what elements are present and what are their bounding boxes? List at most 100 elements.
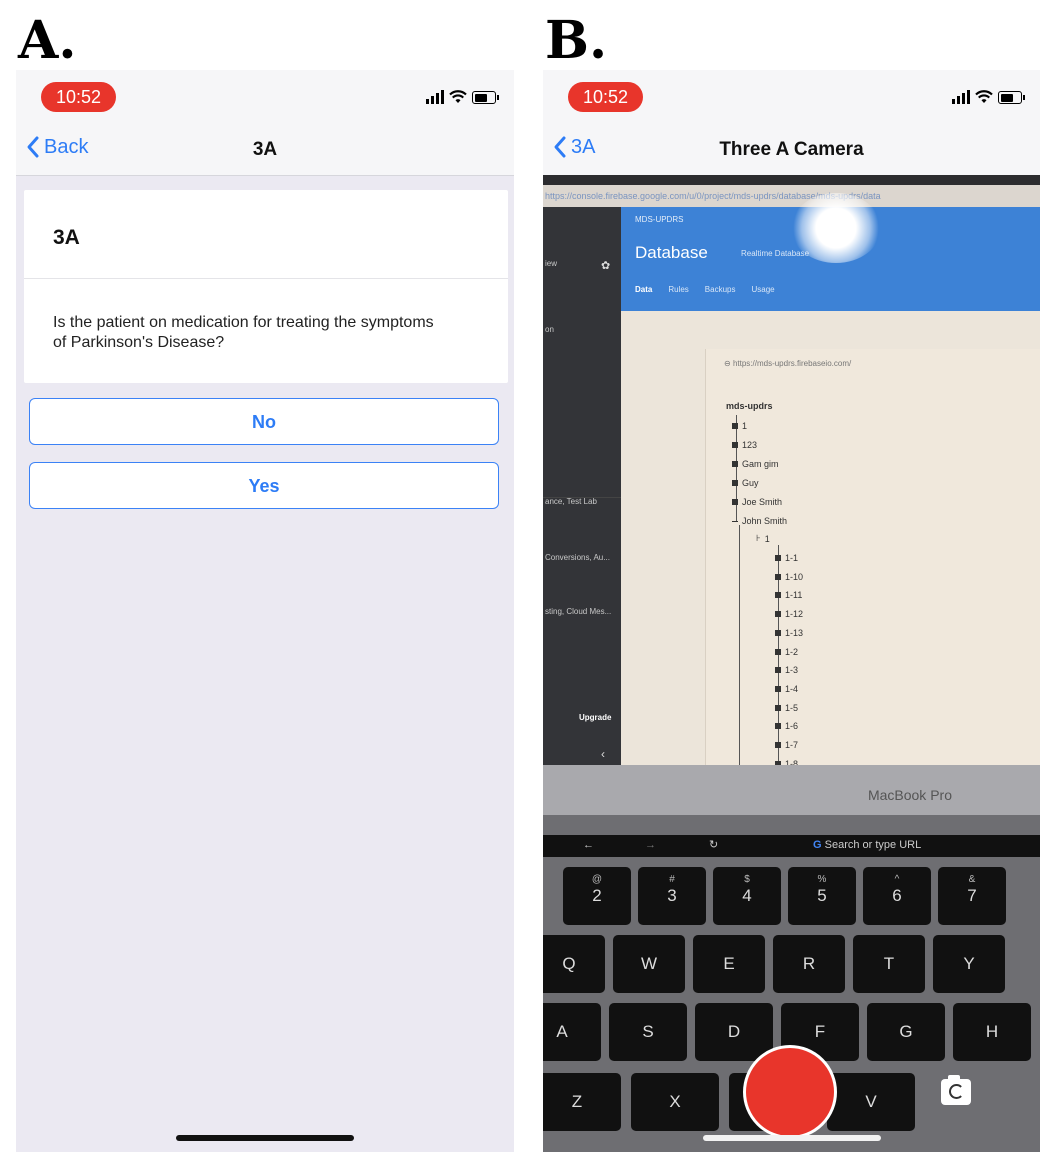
tree-leaf-node[interactable]: 1-13 [775, 628, 803, 638]
arrow-left-icon: ← [583, 839, 594, 851]
key-letter: G [867, 1003, 945, 1061]
console-tabs: Data Rules Backups Usage [635, 285, 775, 294]
system-icons [952, 88, 1025, 104]
expand-icon [775, 704, 781, 711]
tree-leaf-node[interactable]: 1-7 [775, 740, 798, 750]
key-letter: Z [543, 1073, 621, 1131]
status-bar: 10:52 [16, 70, 514, 125]
sidebar-text: sting, Cloud Mes... [545, 607, 612, 616]
tree-node[interactable]: Guy [732, 478, 759, 488]
home-indicator[interactable] [703, 1135, 881, 1141]
key-number: $4 [713, 867, 781, 925]
key-letter: H [953, 1003, 1031, 1061]
nav-title: 3A [252, 139, 278, 160]
key-letter: D [695, 1003, 773, 1061]
sidebar-text: on [545, 325, 554, 334]
tab-usage[interactable]: Usage [751, 285, 774, 294]
expand-icon [775, 742, 781, 748]
battery-icon [472, 91, 499, 104]
section-title: Database [635, 243, 708, 262]
db-type: Realtime Database [741, 249, 810, 258]
arrow-right-icon: → [645, 839, 656, 851]
status-bar: 10:52 [543, 70, 1040, 125]
tree-leaf-node[interactable]: 1-10 [775, 572, 803, 582]
key-number: #3 [638, 867, 706, 925]
expand-icon [775, 611, 781, 618]
tree-leaf-node[interactable]: 1-1 [775, 553, 798, 563]
expand-icon [775, 592, 781, 599]
signal-icon [952, 90, 970, 104]
tree-leaf-node[interactable]: 1-6 [775, 721, 798, 731]
tree-leaf-node[interactable]: 1-5 [775, 703, 798, 713]
sidebar-text: ance, Test Lab [545, 497, 597, 506]
tree-leaf-node[interactable]: 1-4 [775, 684, 798, 694]
signal-icon [426, 90, 444, 104]
tree-node[interactable]: 1 [732, 421, 747, 431]
panel-label-b: B. [545, 10, 608, 71]
expand-icon [775, 573, 781, 580]
flip-camera-icon[interactable] [941, 1075, 971, 1105]
tab-data[interactable]: Data [635, 285, 652, 294]
answer-no-button[interactable]: No [29, 398, 499, 445]
console-content: ⊖ https://mds-updrs.firebaseio.com/ mds-… [621, 311, 1040, 785]
expand-icon [732, 442, 738, 448]
link-icon: ⊖ [724, 359, 733, 368]
system-icons [426, 88, 499, 104]
card-title: 3A [53, 226, 80, 249]
screen-glare [791, 193, 881, 263]
key-letter: V [827, 1073, 915, 1131]
project-name: MDS-UPDRS [635, 215, 684, 224]
panel-label-a: A. [18, 10, 77, 71]
touchbar-search: G Search or type URL [813, 839, 922, 851]
nav-title: Three A Camera [719, 139, 864, 160]
key-letter: Q [543, 935, 605, 993]
browser-url: https://console.firebase.google.com/u/0/… [543, 185, 1040, 207]
battery-icon [998, 91, 1025, 104]
tree-leaf-node[interactable]: 1-12 [775, 609, 803, 619]
nav-bar: 3A Three A Camera [543, 125, 1040, 176]
answer-yes-button[interactable]: Yes [29, 462, 499, 509]
tab-backups[interactable]: Backups [705, 285, 736, 294]
status-time: 10:52 [41, 82, 116, 112]
wifi-icon [449, 90, 467, 103]
key-number: & 7 [938, 867, 1006, 925]
key-letter: E [693, 935, 765, 993]
reload-icon: ↻ [709, 839, 719, 851]
expand-icon [775, 648, 781, 655]
key-number: @2 [563, 867, 631, 925]
tree-node[interactable]: 123 [732, 440, 757, 450]
home-indicator[interactable] [176, 1135, 354, 1141]
expand-icon [775, 685, 781, 692]
record-button[interactable] [743, 1045, 837, 1139]
key-letter: R [773, 935, 845, 993]
google-icon: G [813, 839, 822, 851]
expand-icon [732, 499, 738, 505]
tree-node[interactable]: Joe Smith [732, 497, 782, 507]
chevron-left-icon: ‹ [601, 747, 605, 761]
expand-icon [775, 667, 781, 674]
tree-sub-node[interactable]: ⊦ 1 [756, 533, 770, 544]
db-url: ⊖ https://mds-updrs.firebaseio.com/ [724, 359, 852, 368]
expand-icon [775, 723, 781, 730]
tab-rules[interactable]: Rules [668, 285, 688, 294]
expand-icon [732, 480, 738, 486]
tree-node[interactable]: John Smith [732, 516, 787, 526]
laptop-bezel: MacBook Pro [543, 765, 1040, 815]
expand-icon [732, 461, 738, 467]
expand-icon [775, 555, 781, 561]
tree-leaf-node[interactable]: 1-11 [775, 590, 802, 600]
key-letter: T [853, 935, 925, 993]
key-letter: X [631, 1073, 719, 1131]
phone-a-screen: 10:52 Back 3A 3A Is the patient on medic… [16, 70, 514, 1152]
tree-root: mds-updrs [726, 401, 773, 411]
key-number: ^ 6 [863, 867, 931, 925]
tree-node[interactable]: Gam gim [732, 459, 779, 469]
wifi-icon [975, 90, 993, 103]
tree-leaf-node[interactable]: 1-3 [775, 665, 798, 675]
sidebar-upgrade: Upgrade [579, 713, 612, 722]
expand-icon [775, 629, 781, 636]
tree-leaf-node[interactable]: 1-2 [775, 647, 798, 657]
expand-icon [732, 520, 738, 522]
database-tree-card: ⊖ https://mds-updrs.firebaseio.com/ mds-… [705, 349, 1040, 785]
key-letter: A [543, 1003, 601, 1061]
